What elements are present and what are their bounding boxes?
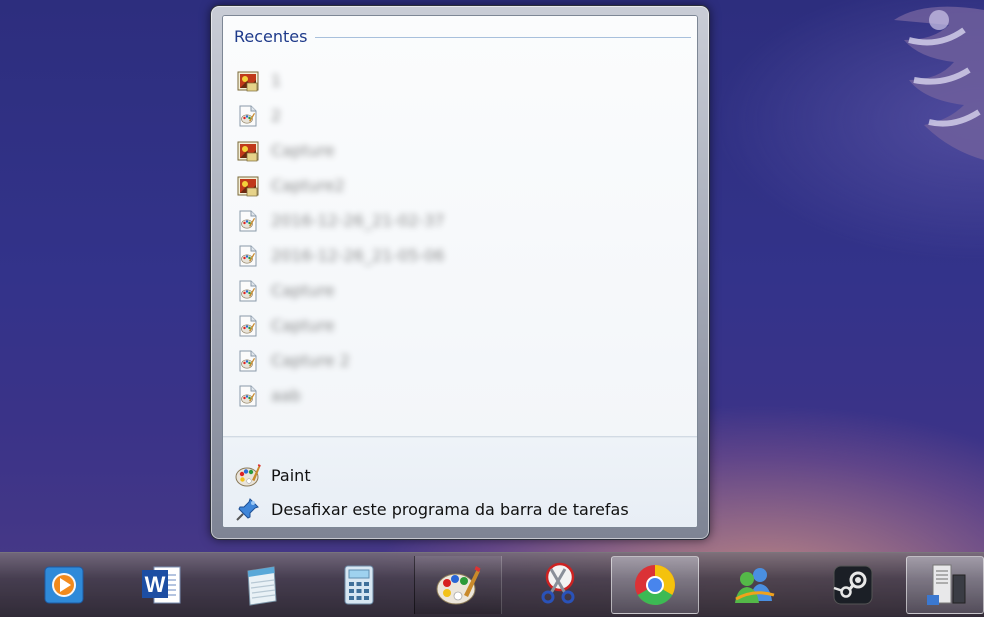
open-paint-task[interactable]: Paint <box>235 460 311 490</box>
recent-item-label: Capture <box>271 316 335 335</box>
taskbar-messenger[interactable] <box>710 556 798 614</box>
paint-file-icon <box>239 350 257 371</box>
taskbar-chrome[interactable] <box>611 556 699 614</box>
recent-item-label: 2 <box>271 106 282 125</box>
paint-file-icon <box>239 280 257 301</box>
scissors-icon <box>541 562 575 604</box>
recent-item-label: Capture <box>271 141 335 160</box>
image-file-icon <box>237 141 259 161</box>
image-file-icon <box>237 176 259 196</box>
recent-item-label: aab <box>271 386 301 405</box>
recent-item[interactable]: 2016-12-26_21-05-06 <box>236 238 689 273</box>
paint-file-icon <box>239 105 257 126</box>
taskbar: W <box>0 552 984 617</box>
recent-item[interactable]: Capture <box>236 273 689 308</box>
section-divider-line <box>315 37 691 38</box>
jump-list-window: Recentes 1 2 Capture Capture2 2016-12-26_21-… <box>210 5 710 540</box>
recent-section: Recentes 1 2 Capture Capture2 2016-12-26_21-… <box>223 16 697 436</box>
notepad-icon <box>247 566 277 606</box>
paint-icon <box>436 566 481 605</box>
recent-item[interactable]: Capture 2 <box>236 343 689 378</box>
word-icon: W <box>142 566 181 604</box>
jump-list-content: Recentes 1 2 Capture Capture2 2016-12-26_21-… <box>222 15 698 528</box>
recent-section-title: Recentes <box>234 27 308 46</box>
calculator-icon <box>344 565 374 605</box>
paint-app-label: Paint <box>271 465 311 485</box>
recent-item[interactable]: Capture2 <box>236 168 689 203</box>
recent-item-label: 2016-12-26_21-02-37 <box>271 211 445 230</box>
recent-item-label: Capture 2 <box>271 351 350 370</box>
taskbar-steam[interactable] <box>809 556 897 614</box>
taskbar-task-manager[interactable] <box>906 556 984 614</box>
server-icon <box>927 564 966 605</box>
recent-item-label: Capture <box>271 281 335 300</box>
paint-file-icon <box>239 385 257 406</box>
recent-item-label: 2016-12-26_21-05-06 <box>271 246 445 265</box>
image-file-icon <box>237 71 259 91</box>
snowy-tree-decoration <box>894 6 984 160</box>
paint-file-icon <box>239 315 257 336</box>
unpin-label: Desafixar este programa da barra de tare… <box>271 499 629 519</box>
chrome-icon <box>635 565 675 605</box>
recent-item[interactable]: 2 <box>236 98 689 133</box>
taskbar-word[interactable]: W <box>118 556 206 614</box>
tasks-section: Paint Desafixar este programa da barra d… <box>223 438 697 527</box>
recent-item[interactable]: 1 <box>236 63 689 98</box>
recent-item-label: 1 <box>271 71 282 90</box>
paint-file-icon <box>239 210 257 231</box>
taskbar-calculator[interactable] <box>315 556 403 614</box>
messenger-icon <box>735 568 775 603</box>
paint-file-icon <box>239 245 257 266</box>
unpin-task[interactable]: Desafixar este programa da barra de tare… <box>235 494 629 524</box>
paint-palette-icon <box>235 464 261 487</box>
taskbar-media-player[interactable] <box>20 556 108 614</box>
taskbar-snipping-tool[interactable] <box>513 556 601 614</box>
pushpin-icon <box>236 498 259 521</box>
recent-item[interactable]: 2016-12-26_21-02-37 <box>236 203 689 238</box>
recent-item[interactable]: Capture <box>236 133 689 168</box>
taskbar-notepad[interactable] <box>216 556 304 614</box>
steam-icon <box>833 565 873 605</box>
recent-item-label: Capture2 <box>271 176 345 195</box>
recent-item[interactable]: Capture <box>236 308 689 343</box>
recent-list: 1 2 Capture Capture2 2016-12-26_21-02-37 2016… <box>236 63 689 413</box>
svg-text:W: W <box>145 572 166 597</box>
media-player-icon <box>44 566 84 604</box>
taskbar-paint[interactable] <box>414 556 502 614</box>
recent-item[interactable]: aab <box>236 378 689 413</box>
